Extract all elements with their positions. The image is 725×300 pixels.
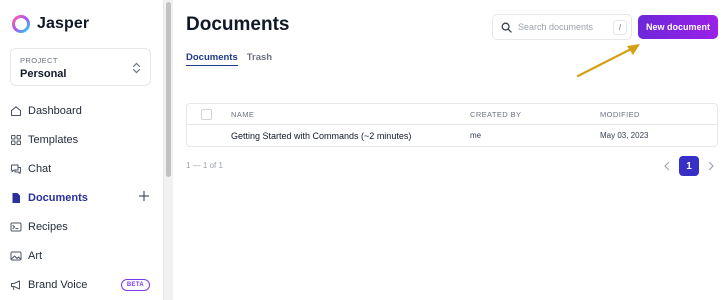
documents-table: NAME CREATED BY MODIFIED Getting Started… bbox=[186, 103, 718, 147]
table-row[interactable]: Getting Started with Commands (~2 minute… bbox=[187, 125, 717, 146]
tab-documents[interactable]: Documents bbox=[186, 52, 238, 66]
document-icon bbox=[12, 192, 20, 203]
sidebar: Jasper PROJECT Personal Dashboard Templa… bbox=[0, 0, 163, 300]
sidebar-item-art[interactable]: Art bbox=[0, 241, 163, 270]
sidebar-item-label: Chat bbox=[28, 162, 52, 175]
brand[interactable]: Jasper bbox=[11, 14, 89, 34]
plus-icon[interactable] bbox=[138, 190, 150, 202]
sidebar-item-templates[interactable]: Templates bbox=[0, 125, 163, 154]
project-selector[interactable]: PROJECT Personal bbox=[10, 48, 151, 86]
sidebar-item-dashboard[interactable]: Dashboard bbox=[0, 96, 163, 125]
search-shortcut-key: / bbox=[613, 20, 627, 35]
sidebar-item-recipes[interactable]: Recipes bbox=[0, 212, 163, 241]
pagination: 1 bbox=[661, 156, 717, 176]
annotation-arrow-icon bbox=[576, 44, 640, 78]
megaphone-icon bbox=[11, 280, 20, 290]
search-icon bbox=[501, 22, 512, 33]
page-title: Documents bbox=[186, 14, 290, 35]
sidebar-nav: Dashboard Templates Chat Documents Recip… bbox=[0, 96, 163, 299]
grid-icon bbox=[11, 134, 21, 145]
chevron-left-icon[interactable] bbox=[661, 160, 673, 172]
sidebar-item-label: Art bbox=[28, 249, 43, 262]
terminal-icon bbox=[10, 222, 22, 231]
column-header-created-by[interactable]: CREATED BY bbox=[470, 110, 521, 119]
select-all-checkbox[interactable] bbox=[201, 108, 212, 120]
scrollbar-thumb[interactable] bbox=[166, 2, 171, 177]
home-icon bbox=[10, 105, 22, 116]
sidebar-item-label: Recipes bbox=[28, 220, 68, 233]
sidebar-item-label: Brand Voice bbox=[28, 278, 88, 291]
pagination-info: 1 — 1 of 1 bbox=[186, 161, 223, 170]
project-name: Personal bbox=[20, 68, 67, 80]
sidebar-item-label: Documents bbox=[28, 191, 88, 204]
search-input[interactable] bbox=[518, 22, 606, 32]
sidebar-item-documents[interactable]: Documents bbox=[0, 183, 163, 212]
main-content: Documents / New document Documents Trash… bbox=[173, 0, 725, 300]
tab-trash[interactable]: Trash bbox=[247, 52, 272, 66]
chat-icon bbox=[11, 164, 21, 174]
image-icon bbox=[10, 251, 22, 260]
brand-name: Jasper bbox=[37, 15, 90, 32]
sidebar-item-label: Dashboard bbox=[28, 104, 82, 117]
project-label: PROJECT bbox=[20, 56, 58, 65]
sidebar-item-label: Templates bbox=[28, 133, 79, 146]
document-tabs: Documents Trash bbox=[186, 52, 272, 66]
beta-badge: BETA bbox=[120, 279, 150, 291]
new-document-button[interactable]: New document bbox=[638, 15, 718, 39]
table-header: NAME CREATED BY MODIFIED bbox=[187, 104, 717, 125]
chevron-up-down-icon bbox=[132, 62, 141, 74]
page-button-current[interactable]: 1 bbox=[679, 156, 699, 176]
search-box[interactable]: / bbox=[492, 14, 632, 40]
column-header-modified[interactable]: MODIFIED bbox=[600, 110, 640, 119]
column-header-name[interactable]: NAME bbox=[231, 110, 254, 119]
sidebar-item-chat[interactable]: Chat bbox=[0, 154, 163, 183]
sidebar-scrollbar[interactable] bbox=[163, 0, 173, 300]
document-created-by: me bbox=[470, 131, 482, 140]
chevron-right-icon[interactable] bbox=[705, 160, 717, 172]
document-name[interactable]: Getting Started with Commands (~2 minute… bbox=[231, 131, 411, 141]
jasper-logo-icon bbox=[12, 15, 30, 33]
sidebar-item-brand-voice[interactable]: Brand Voice BETA bbox=[0, 270, 163, 299]
document-modified: May 03, 2023 bbox=[600, 131, 649, 140]
